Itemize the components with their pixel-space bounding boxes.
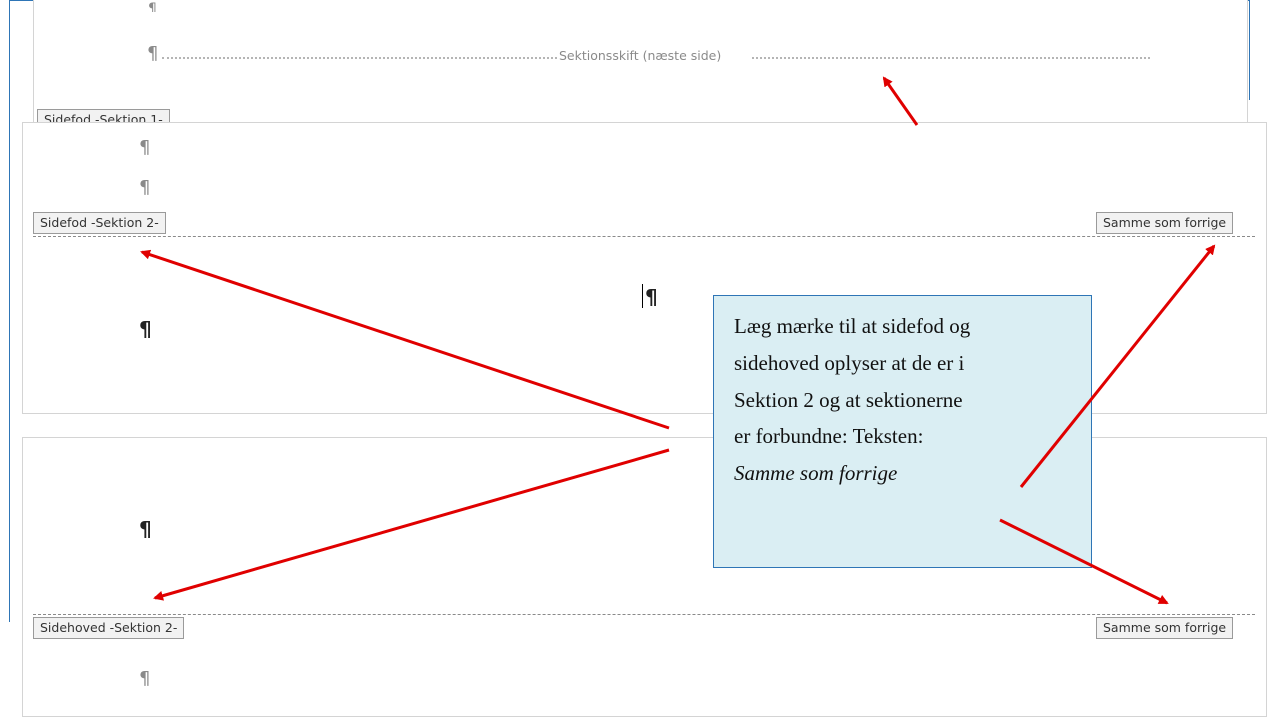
callout-line: Sektion 2 og at sektionerne xyxy=(734,387,963,412)
footer-section-2-tag[interactable]: Sidefod -Sektion 2- xyxy=(33,212,166,234)
section-break-label: Sektionsskift (næste side) xyxy=(559,48,722,63)
callout-box: Læg mærke til at sidefod og sidehoved op… xyxy=(713,295,1092,568)
paragraph-mark: ¶ xyxy=(139,317,152,341)
callout-line: Læg mærke til at sidefod og xyxy=(734,314,971,338)
text-cursor xyxy=(642,284,643,308)
paragraph-mark: ¶ xyxy=(147,43,159,64)
header-boundary-line xyxy=(33,614,1255,615)
paragraph-mark: ¶ xyxy=(139,668,151,689)
callout-line: er forbundne: Teksten: xyxy=(734,424,924,449)
section-break-line-right xyxy=(752,57,1150,59)
header-same-as-previous-tag[interactable]: Samme som forrige xyxy=(1096,617,1234,639)
page-section-1 xyxy=(33,0,1248,126)
callout-emphasis: Samme som forrige xyxy=(734,461,898,485)
paragraph-mark: ¶ xyxy=(645,285,658,309)
section-break-line-left xyxy=(162,57,557,59)
document-frame-left xyxy=(9,0,10,622)
paragraph-mark: ¶ xyxy=(148,2,157,12)
callout-line: sidehoved oplyser at de er i xyxy=(734,350,965,375)
paragraph-mark: ¶ xyxy=(139,137,151,158)
footer-section-1-tag[interactable]: Sidefod -Sektion 1- xyxy=(37,109,170,122)
paragraph-mark: ¶ xyxy=(139,177,151,198)
footer-same-as-previous-tag[interactable]: Samme som forrige xyxy=(1096,212,1234,234)
footer-boundary-line xyxy=(33,236,1255,237)
document-frame-right xyxy=(1249,0,1250,100)
footer-section-1-tag-clip: Sidefod -Sektion 1- xyxy=(37,109,201,122)
paragraph-mark: ¶ xyxy=(139,517,152,541)
header-section-2-tag[interactable]: Sidehoved -Sektion 2- xyxy=(33,617,185,639)
